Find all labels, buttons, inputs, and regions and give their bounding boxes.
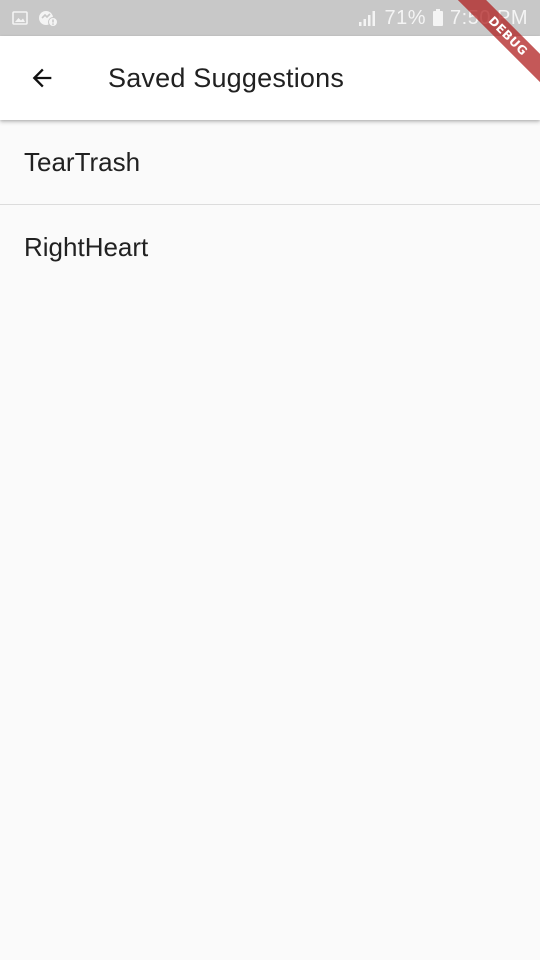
battery-icon xyxy=(432,9,444,27)
status-bar-left xyxy=(12,9,58,27)
notification-icon xyxy=(38,9,58,27)
status-bar-right: 71% 7:50 PM xyxy=(358,7,528,30)
back-button[interactable] xyxy=(0,36,84,120)
signal-icon xyxy=(358,9,378,27)
list-item-label: TearTrash xyxy=(24,146,141,177)
list-item-label: RightHeart xyxy=(24,231,149,262)
clock: 7:50 PM xyxy=(450,6,528,29)
page-title: Saved Suggestions xyxy=(108,62,345,93)
list-item[interactable]: TearTrash xyxy=(0,120,540,204)
app-bar: Saved Suggestions xyxy=(0,36,540,120)
image-icon xyxy=(12,10,28,26)
saved-suggestions-list: TearTrash RightHeart xyxy=(0,120,540,289)
list-item[interactable]: RightHeart xyxy=(0,205,540,289)
status-bar: 71% 7:50 PM xyxy=(0,0,540,36)
screen: 71% 7:50 PM Saved Suggestions TearTrash xyxy=(0,0,540,960)
back-arrow-icon xyxy=(28,64,56,92)
battery-percent: 71% xyxy=(384,6,427,29)
